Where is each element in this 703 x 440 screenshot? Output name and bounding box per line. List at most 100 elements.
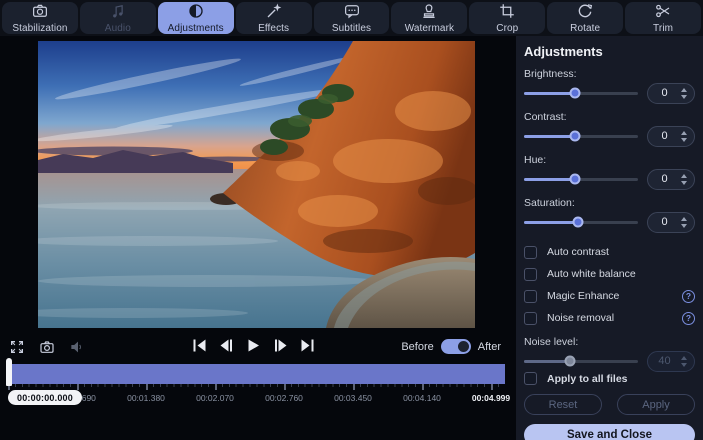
tab-adjustments[interactable]: Adjustments <box>158 2 234 34</box>
brightness-value[interactable]: 0 <box>648 87 681 99</box>
reset-button[interactable]: Reset <box>524 394 602 415</box>
auto-contrast-row: Auto contrast <box>524 245 695 259</box>
saturation-value-box[interactable]: 0 <box>647 212 695 233</box>
tab-label: Adjustments <box>168 23 224 34</box>
noise-level-label: Noise level: <box>524 336 695 348</box>
playhead-marker[interactable] <box>6 358 12 386</box>
brightness-slider[interactable] <box>524 86 638 100</box>
magic-enhance-checkbox[interactable] <box>524 290 537 303</box>
noise-removal-checkbox[interactable] <box>524 312 537 325</box>
timestamp: 00:03.450 <box>334 393 372 403</box>
previous-frame-button[interactable] <box>219 338 233 352</box>
tab-watermark[interactable]: Watermark <box>391 2 467 34</box>
video-frame <box>38 41 475 328</box>
speech-bubble-icon <box>343 2 361 20</box>
contrast-icon <box>187 2 205 20</box>
playback-controls <box>192 338 314 352</box>
apply-to-all-label: Apply to all files <box>547 373 695 385</box>
hue-value-box[interactable]: 0 <box>647 169 695 190</box>
hue-value[interactable]: 0 <box>648 173 681 185</box>
magic-wand-icon <box>265 2 283 20</box>
current-time-badge: 00:00:00.000 <box>8 390 82 405</box>
scissors-icon <box>654 2 672 20</box>
skip-to-start-button[interactable] <box>192 338 206 352</box>
timeline-track[interactable] <box>8 364 505 384</box>
timestamp: 00:02.760 <box>265 393 303 403</box>
saturation-label: Saturation: <box>524 197 695 209</box>
tab-label: Stabilization <box>12 23 67 34</box>
tab-label: Watermark <box>405 23 454 34</box>
snapshot-camera-icon[interactable] <box>38 338 56 356</box>
tab-trim[interactable]: Trim <box>625 2 701 34</box>
panel-title: Adjustments <box>524 44 695 59</box>
tab-stabilization[interactable]: Stabilization <box>2 2 78 34</box>
toolbar: Stabilization Audio Adjustments <box>0 0 703 36</box>
music-note-icon <box>109 2 127 20</box>
before-after-group: Before After <box>401 339 501 354</box>
save-and-close-button[interactable]: Save and Close <box>524 424 695 440</box>
timestamp: 00:01.380 <box>127 393 165 403</box>
video-preview-area: Before After 00:00:00.000 00:00.690 00:0… <box>0 36 515 440</box>
apply-to-all-checkbox[interactable] <box>524 372 537 385</box>
app-window: Stabilization Audio Adjustments <box>0 0 703 440</box>
crop-icon <box>498 2 516 20</box>
rotate-arrow-icon <box>576 2 594 20</box>
contrast-stepper[interactable] <box>681 131 687 142</box>
noise-level-value: 40 <box>648 355 681 367</box>
saturation-value[interactable]: 0 <box>648 216 681 228</box>
tab-subtitles[interactable]: Subtitles <box>314 2 390 34</box>
tab-label: Trim <box>653 23 673 34</box>
skip-to-end-button[interactable] <box>300 338 314 352</box>
contrast-value-box[interactable]: 0 <box>647 126 695 147</box>
hue-slider[interactable] <box>524 172 638 186</box>
magic-enhance-help-icon[interactable]: ? <box>682 290 695 303</box>
timestamp: 00:02.070 <box>196 393 234 403</box>
before-after-toggle[interactable] <box>441 339 471 354</box>
contrast-slider[interactable] <box>524 129 638 143</box>
apply-button[interactable]: Apply <box>617 394 695 415</box>
auto-white-balance-checkbox[interactable] <box>524 268 537 281</box>
brightness-stepper[interactable] <box>681 88 687 99</box>
volume-icon[interactable] <box>68 338 86 356</box>
tab-label: Effects <box>258 23 289 34</box>
brightness-label: Brightness: <box>524 68 695 80</box>
magic-enhance-label: Magic Enhance <box>547 290 682 302</box>
play-button[interactable] <box>246 338 260 352</box>
auto-contrast-label: Auto contrast <box>547 246 695 258</box>
magic-enhance-row: Magic Enhance ? <box>524 289 695 303</box>
saturation-stepper[interactable] <box>681 217 687 228</box>
noise-removal-row: Noise removal ? <box>524 311 695 325</box>
timestamp-end: 00:04.999 <box>472 393 510 403</box>
auto-white-balance-row: Auto white balance <box>524 267 695 281</box>
coastal-sunset-image <box>38 41 475 328</box>
stamp-icon <box>420 2 438 20</box>
toggle-knob <box>458 341 469 352</box>
contrast-value[interactable]: 0 <box>648 130 681 142</box>
auto-contrast-checkbox[interactable] <box>524 246 537 259</box>
after-label: After <box>478 341 501 353</box>
apply-to-all-row: Apply to all files <box>524 372 695 385</box>
saturation-slider[interactable] <box>524 215 638 229</box>
noise-level-value-box: 40 <box>647 351 695 372</box>
tab-label: Rotate <box>570 23 600 34</box>
adjustments-panel: Adjustments Brightness: 0 Contrast: <box>515 36 703 440</box>
contrast-label: Contrast: <box>524 111 695 123</box>
tab-effects[interactable]: Effects <box>236 2 312 34</box>
tab-rotate[interactable]: Rotate <box>547 2 623 34</box>
preview-tools <box>8 338 86 356</box>
tab-label: Crop <box>496 23 518 34</box>
hue-label: Hue: <box>524 154 695 166</box>
hue-stepper[interactable] <box>681 174 687 185</box>
brightness-value-box[interactable]: 0 <box>647 83 695 104</box>
next-frame-button[interactable] <box>273 338 287 352</box>
before-label: Before <box>401 341 433 353</box>
timeline-timestamps: 00:00:00.000 00:00.690 00:01.380 00:02.0… <box>8 390 505 406</box>
noise-removal-label: Noise removal <box>547 312 682 324</box>
noise-removal-help-icon[interactable]: ? <box>682 312 695 325</box>
tab-label: Subtitles <box>332 23 371 34</box>
tab-crop[interactable]: Crop <box>469 2 545 34</box>
auto-white-balance-label: Auto white balance <box>547 268 695 280</box>
timestamp: 00:04.140 <box>403 393 441 403</box>
stabilization-camera-icon <box>31 2 49 20</box>
fullscreen-icon[interactable] <box>8 338 26 356</box>
